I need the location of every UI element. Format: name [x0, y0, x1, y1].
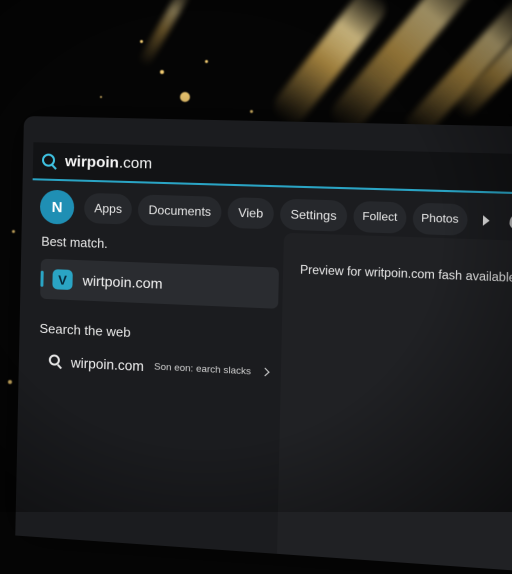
preview-text: Preview for writpoin.com fash available … [300, 264, 512, 287]
filter-bar: N Apps Documents Vieb Settings Follect P… [40, 189, 512, 243]
filter-documents[interactable]: Documents [138, 194, 222, 227]
start-search-panel: wirpoin.com N Apps Documents Vieb Settin… [15, 116, 512, 574]
search-icon [41, 152, 57, 168]
best-match-result[interactable]: V wirtpoin.com [40, 259, 279, 309]
filter-photos[interactable]: Photos [412, 203, 468, 236]
web-result-hint: Son eon: earch slacks [154, 361, 251, 377]
web-result-label: wirpoin.com [71, 355, 144, 374]
search-icon [49, 354, 63, 369]
more-filters-icon[interactable] [483, 215, 490, 226]
filter-web[interactable]: Vieb [227, 197, 274, 229]
search-web-heading: Search the web [39, 321, 277, 347]
chevron-right-icon[interactable] [260, 368, 269, 377]
search-box[interactable]: wirpoin.com [33, 142, 512, 195]
results-column: Best match. V wirtpoin.com Search the we… [39, 235, 280, 388]
filter-settings[interactable]: Settings [280, 199, 348, 232]
best-match-label: wirtpoin.com [83, 272, 163, 291]
website-icon: V [52, 269, 72, 290]
avatar[interactable]: N [40, 190, 75, 225]
web-search-result[interactable]: wirpoin.com Son eon: earch slacks [39, 346, 278, 388]
best-match-heading: Best match. [41, 235, 279, 258]
preview-pane: Preview for writpoin.com fash available … [277, 233, 512, 574]
filter-apps[interactable]: Apps [84, 193, 133, 225]
search-query[interactable]: wirpoin.com [65, 153, 152, 172]
filter-folders[interactable]: Follect [353, 201, 406, 234]
